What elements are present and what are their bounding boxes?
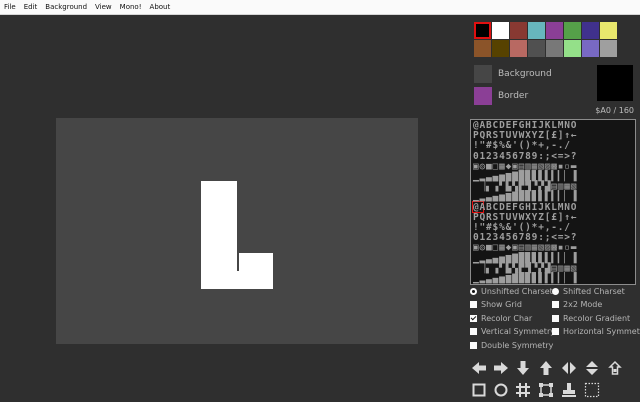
palette-swatch[interactable] [582,40,599,57]
palette-swatch[interactable] [528,22,545,39]
show-grid-checkbox[interactable] [470,301,477,308]
shifted-label: Shifted Charset [563,287,625,296]
palette-swatch[interactable] [564,22,581,39]
unshifted-radio[interactable] [470,288,477,295]
border-color-row[interactable]: Border [474,87,528,105]
flip-vertical-icon[interactable] [584,360,600,376]
palette-swatch[interactable] [564,40,581,57]
menu-edit[interactable]: Edit [20,0,42,14]
mode-2x2-option[interactable]: 2x2 Mode [552,300,602,309]
char-glyph [201,181,273,289]
rectangle-icon[interactable] [471,382,487,398]
glyph-foot [237,253,273,289]
arrow-right-icon[interactable] [493,360,509,376]
shifted-charset-option[interactable]: Shifted Charset [552,287,625,296]
background-label: Background [498,69,552,79]
horizontal-symmetry-option[interactable]: Horizontal Symmetry [552,327,640,336]
palette-swatch[interactable] [510,40,527,57]
palette-swatch[interactable] [510,22,527,39]
charset-row[interactable]: ▁▂▃▄▅▆▇█▉▊▋▌▍▎▏▐ [473,192,635,202]
horizontal-symmetry-label: Horizontal Symmetry [563,327,640,336]
palette-swatch[interactable] [546,22,563,39]
palette-swatch[interactable] [492,22,509,39]
palette-swatch[interactable] [600,22,617,39]
mode-2x2-checkbox[interactable] [552,301,559,308]
border-swatch[interactable] [474,87,492,105]
flip-horizontal-icon[interactable] [561,360,577,376]
menu-about[interactable]: About [146,0,175,14]
menu-bar: File Edit Background View Mono! About [0,0,640,15]
palette-swatch[interactable] [528,40,545,57]
show-grid-label: Show Grid [481,300,522,309]
unshifted-charset-option[interactable]: Unshifted Charset [470,287,553,296]
circle-icon[interactable] [493,382,509,398]
horizontal-symmetry-checkbox[interactable] [552,328,559,335]
char-code: $A0 / 160 [595,106,634,115]
palette-swatch[interactable] [600,40,617,57]
arrow-left-icon[interactable] [471,360,487,376]
char-preview [597,65,633,101]
recolor-char-checkbox[interactable] [470,315,477,322]
palette-swatch[interactable] [474,40,491,57]
menu-background[interactable]: Background [41,0,91,14]
background-swatch[interactable] [474,65,492,83]
menu-mono[interactable]: Mono! [116,0,146,14]
charset-row[interactable]: ▣◎■□▦◆▣▤▥▦▧▨▩▪▫▬ [473,243,635,253]
unshifted-label: Unshifted Charset [481,287,553,296]
grid-icon[interactable] [515,382,531,398]
palette-swatch[interactable] [474,22,491,39]
charset-row[interactable]: ▁▂▃▄▅▆▇█▉▊▋▌▍▎▏▐ [473,274,635,284]
mode-2x2-label: 2x2 Mode [563,300,603,309]
dotted-select-icon[interactable] [584,382,600,398]
border-label: Border [498,91,529,101]
vertical-symmetry-checkbox[interactable] [470,328,477,335]
palette-swatch[interactable] [582,22,599,39]
recolor-gradient-label: Recolor Gradient [563,314,631,323]
charset-row[interactable]: !"#$%&'()*+,-./ [473,141,635,151]
recolor-char-label: Recolor Char [481,314,533,323]
show-grid-option[interactable]: Show Grid [470,300,522,309]
double-symmetry-option[interactable]: Double Symmetry [470,341,553,350]
palette-swatch[interactable] [546,40,563,57]
arrow-down-icon[interactable] [515,360,531,376]
palette-swatch[interactable] [492,40,509,57]
menu-file[interactable]: File [0,0,20,14]
charset-grid[interactable]: @ABCDEFGHIJKLMNO PQRSTUVWXYZ[£]↑← !"#$%&'… [470,119,636,285]
glyph-notch [237,253,239,271]
double-symmetry-checkbox[interactable] [470,342,477,349]
char-edit-canvas[interactable] [56,118,418,344]
arrow-up-icon[interactable] [538,360,554,376]
color-palette [474,22,617,57]
recolor-gradient-checkbox[interactable] [552,315,559,322]
stamp-icon[interactable] [561,382,577,398]
recolor-char-option[interactable]: Recolor Char [470,314,532,323]
select-icon[interactable] [538,382,554,398]
double-symmetry-label: Double Symmetry [481,341,554,350]
vertical-symmetry-option[interactable]: Vertical Symmetry [470,327,555,336]
background-color-row[interactable]: Background [474,65,552,83]
recolor-gradient-option[interactable]: Recolor Gradient [552,314,630,323]
vertical-symmetry-label: Vertical Symmetry [481,327,555,336]
glyph-stem [201,181,237,289]
shifted-radio[interactable] [552,288,559,295]
menu-view[interactable]: View [91,0,116,14]
invert-icon[interactable] [607,360,623,376]
